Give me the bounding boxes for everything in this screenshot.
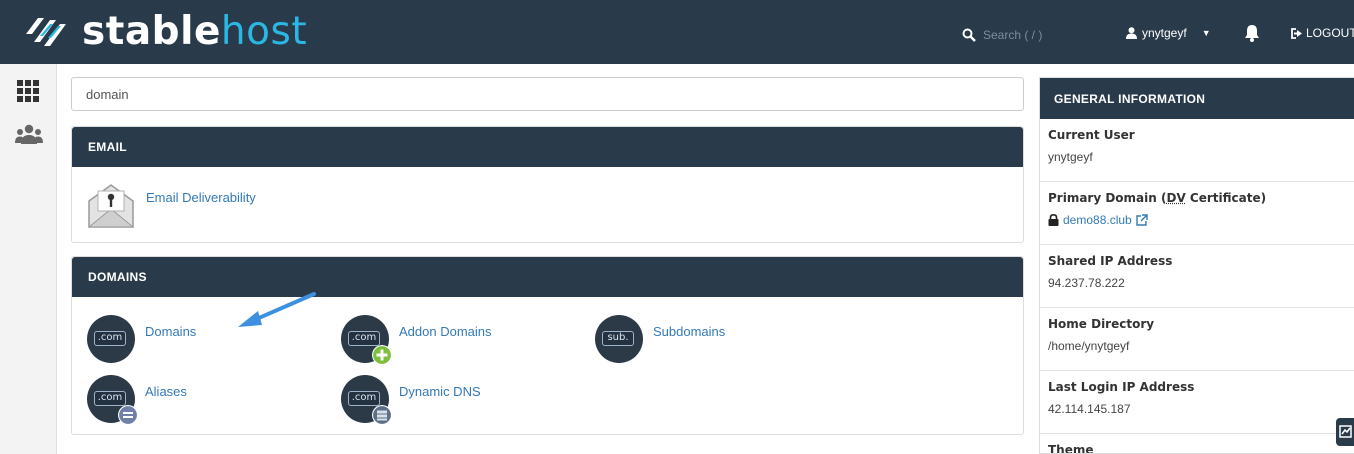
home-directory-value: /home/ynytgeyf	[1048, 339, 1130, 353]
current-user-value: ynytgeyf	[1048, 150, 1093, 164]
user-icon	[1126, 27, 1137, 39]
dv-certificate-link[interactable]: DV	[1166, 191, 1185, 205]
primary-domain-link[interactable]: demo88.club	[1063, 213, 1132, 227]
dynamic-dns-link[interactable]: .com Dynamic DNS	[341, 375, 481, 425]
server-badge-icon	[372, 405, 392, 425]
addon-domains-icon: .com	[341, 315, 392, 365]
bell-icon[interactable]	[1244, 24, 1260, 42]
theme-label: Theme	[1048, 443, 1094, 454]
top-navbar: stablehost Search ( / ) ynytgeyf ▼ LOGOU…	[0, 0, 1354, 64]
stablehost-logo-icon	[26, 18, 66, 46]
subdomains-icon: sub.	[595, 315, 643, 363]
general-information-panel: GENERAL INFORMATION Current User ynytgey…	[1039, 77, 1354, 454]
email-panel-title: EMAIL	[72, 127, 1023, 167]
users-group-icon[interactable]	[15, 124, 43, 148]
domains-panel: DOMAINS .com Domains .com Addon Domains …	[71, 256, 1024, 435]
aliases-link[interactable]: .com Aliases	[87, 375, 187, 425]
dynamic-dns-icon: .com	[341, 375, 392, 425]
logo[interactable]: stablehost	[22, 10, 307, 54]
lock-icon	[1048, 214, 1059, 226]
equals-badge-icon	[118, 405, 138, 425]
external-link-icon[interactable]	[1136, 214, 1148, 226]
email-deliverability-link[interactable]: Email Deliverability	[86, 181, 256, 231]
aliases-label: Aliases	[145, 384, 187, 399]
left-sidebar	[0, 64, 57, 454]
logout-button[interactable]: LOGOUT	[1291, 26, 1354, 40]
primary-domain-label: Primary Domain (DV Certificate)	[1048, 191, 1267, 205]
shared-ip-row: Shared IP Address 94.237.78.222	[1040, 245, 1354, 308]
logo-text: stablehost	[82, 9, 308, 54]
envelope-key-icon	[87, 184, 135, 228]
domains-link[interactable]: .com Domains	[87, 315, 196, 363]
home-directory-label: Home Directory	[1048, 317, 1155, 331]
tools-filter-input[interactable]: domain	[71, 77, 1024, 111]
annotation-arrow-icon	[238, 292, 316, 327]
shared-ip-value: 94.237.78.222	[1048, 276, 1125, 290]
logout-label: LOGOUT	[1306, 26, 1354, 40]
addon-domains-link[interactable]: .com Addon Domains	[341, 315, 492, 365]
last-login-value: 42.114.145.187	[1048, 402, 1131, 416]
current-user-label: Current User	[1048, 128, 1135, 142]
theme-row: Theme	[1040, 434, 1354, 454]
plus-badge-icon	[372, 345, 392, 365]
domains-label: Domains	[145, 324, 197, 339]
primary-domain-value: demo88.club	[1048, 213, 1346, 227]
logout-icon	[1291, 27, 1302, 39]
subdomains-link[interactable]: sub. Subdomains	[595, 315, 725, 363]
caret-down-icon: ▼	[1201, 28, 1211, 38]
addon-domains-label: Addon Domains	[399, 324, 492, 339]
general-information-title: GENERAL INFORMATION	[1040, 78, 1354, 119]
dynamic-dns-label: Dynamic DNS	[399, 384, 481, 399]
user-menu[interactable]: ynytgeyf ▼	[1126, 26, 1211, 40]
home-directory-row: Home Directory /home/ynytgeyf	[1040, 308, 1354, 371]
last-login-label: Last Login IP Address	[1048, 380, 1195, 394]
grid-icon[interactable]	[17, 80, 39, 102]
search-icon	[962, 28, 976, 42]
email-deliverability-label: Email Deliverability	[146, 190, 256, 205]
subdomains-label: Subdomains	[653, 324, 726, 339]
aliases-icon: .com	[87, 375, 138, 425]
primary-domain-row: Primary Domain (DV Certificate) demo88.c…	[1040, 182, 1354, 245]
chart-toggle-icon[interactable]	[1336, 418, 1354, 446]
shared-ip-label: Shared IP Address	[1048, 254, 1173, 268]
last-login-row: Last Login IP Address 42.114.145.187	[1040, 371, 1354, 434]
domains-panel-title: DOMAINS	[72, 257, 1023, 297]
current-user-row: Current User ynytgeyf	[1040, 119, 1354, 182]
search-placeholder[interactable]: Search ( / )	[983, 28, 1042, 42]
email-panel: EMAIL Email Deliverability	[71, 126, 1024, 243]
global-search[interactable]: Search ( / )	[962, 27, 1042, 43]
username: ynytgeyf	[1142, 26, 1187, 40]
domains-icon: .com	[87, 315, 135, 363]
